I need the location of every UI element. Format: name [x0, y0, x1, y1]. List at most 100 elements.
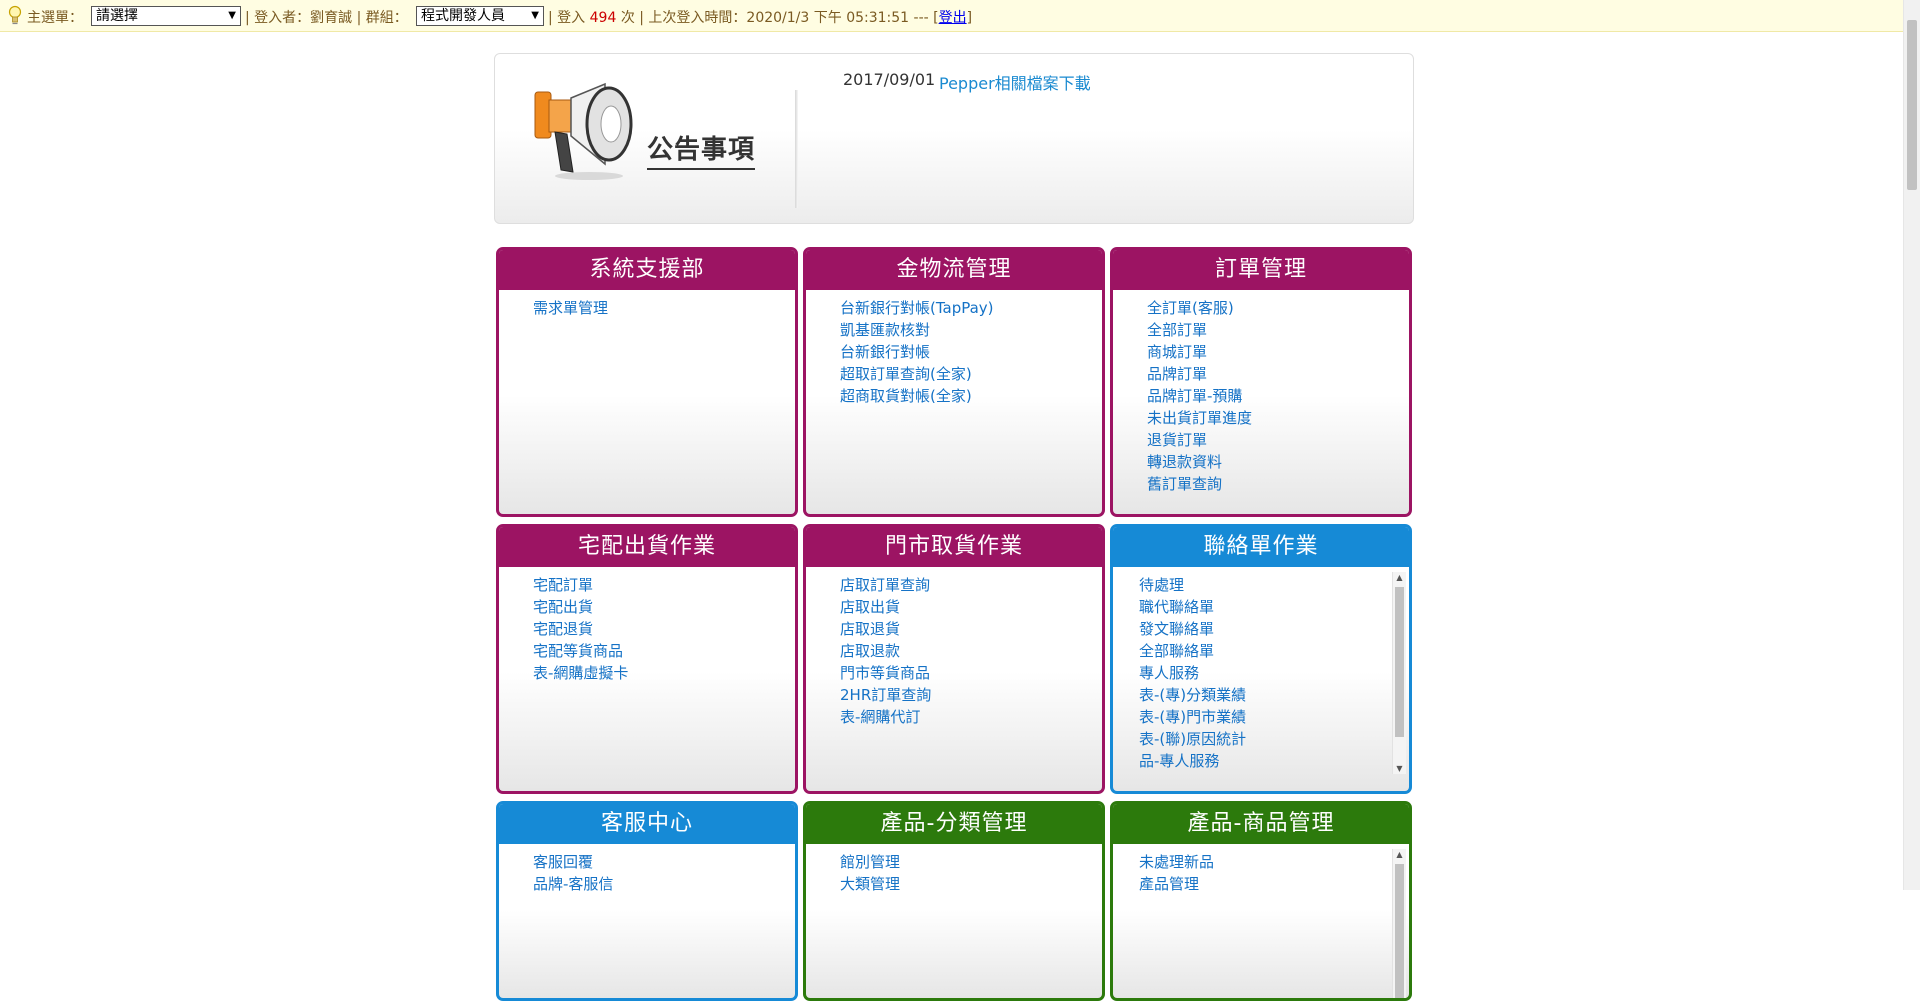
panel-scrollbar-thumb[interactable]: [1395, 864, 1404, 998]
menu-link[interactable]: 品牌-客服信: [533, 873, 795, 895]
menu-link[interactable]: 表-(專)門市業績: [1139, 706, 1409, 728]
bracket-close: ]: [966, 10, 973, 26]
menu-link[interactable]: 宅配訂單: [533, 574, 795, 596]
panel-home-delivery: 宅配出貨作業 宅配訂單 宅配出貨 宅配退貨 宅配等貨商品 表-網購虛擬卡: [496, 524, 798, 794]
menu-link[interactable]: 未處理新品: [1139, 851, 1409, 873]
page-scrollbar[interactable]: [1903, 0, 1920, 890]
panel-system-support: 系統支援部 需求單管理: [496, 247, 798, 517]
login-prefix: | 登入: [548, 10, 586, 26]
menu-link[interactable]: 品牌訂單: [1147, 363, 1409, 385]
scroll-up-icon[interactable]: ▲: [1393, 850, 1406, 859]
panel-scrollbar-thumb[interactable]: [1395, 587, 1404, 737]
panel-cash-logistics: 金物流管理 台新銀行對帳(TapPay) 凱基匯款核對 台新銀行對帳 超取訂單查…: [803, 247, 1105, 517]
menu-link[interactable]: 發文聯絡單: [1139, 618, 1409, 640]
menu-link[interactable]: 舊訂單查詢: [1147, 473, 1409, 495]
login-count: 494: [589, 10, 617, 26]
panel-store-pickup: 門市取貨作業 店取訂單查詢 店取出貨 店取退貨 店取退款 門市等貨商品 2HR訂…: [803, 524, 1105, 794]
menu-link[interactable]: 客服回覆: [533, 851, 795, 873]
panel-scrollbar[interactable]: ▲ ▼: [1392, 572, 1406, 774]
panel-title: 產品-商品管理: [1113, 804, 1409, 844]
panel-scrollbar[interactable]: ▲: [1392, 849, 1406, 998]
menu-link[interactable]: 宅配出貨: [533, 596, 795, 618]
menu-link[interactable]: 表-(聯)原因統計: [1139, 728, 1409, 750]
menu-link[interactable]: 轉退款資料: [1147, 451, 1409, 473]
announcement-box: 公告事項 2017/09/01 Pepper相關檔案下載: [494, 53, 1414, 224]
menu-link[interactable]: 全部訂單: [1147, 319, 1409, 341]
top-status-bar: 主選單： 請選擇 ▼ | 登入者：劉育誠 | 群組： 程式開發人員 ▼ | 登入…: [0, 0, 1920, 32]
main-menu-select-value: 請選擇: [96, 8, 138, 24]
main-menu-label: 主選單：: [27, 10, 83, 26]
panel-title: 門市取貨作業: [806, 527, 1102, 567]
menu-link[interactable]: 未出貨訂單進度: [1147, 407, 1409, 429]
login-info: | 登入 494 次 | 上次登入時間：2020/1/3 下午 05:31:51…: [548, 7, 972, 27]
menu-link[interactable]: 凱基匯款核對: [840, 319, 1102, 341]
menu-link[interactable]: 全部聯絡單: [1139, 640, 1409, 662]
menu-link[interactable]: 宅配等貨商品: [533, 640, 795, 662]
panel-product-management: 產品-商品管理 未處理新品 產品管理 ▲: [1110, 801, 1412, 1001]
menu-link[interactable]: 店取訂單查詢: [840, 574, 1102, 596]
panel-menu: 全訂單(客服) 全部訂單 商城訂單 品牌訂單 品牌訂單-預購 未出貨訂單進度 退…: [1113, 290, 1409, 495]
chevron-down-icon: ▼: [531, 10, 539, 21]
menu-link[interactable]: 需求單管理: [533, 297, 795, 319]
lightbulb-icon: [8, 5, 22, 25]
announcement-link[interactable]: Pepper相關檔案下載: [939, 70, 1091, 94]
scroll-up-icon[interactable]: ▲: [1393, 573, 1406, 582]
menu-link[interactable]: 表-網購代訂: [840, 706, 1102, 728]
megaphone-icon: [534, 82, 633, 180]
menu-link[interactable]: 專人服務: [1139, 662, 1409, 684]
menu-link[interactable]: 品牌訂單-預購: [1147, 385, 1409, 407]
user-group-label: | 登入者：劉育誠 | 群組：: [245, 10, 408, 26]
panel-title: 產品-分類管理: [806, 804, 1102, 844]
panel-product-category: 產品-分類管理 館別管理 大類管理: [803, 801, 1105, 1001]
panel-title: 宅配出貨作業: [499, 527, 795, 567]
announcement-divider: [795, 90, 798, 208]
menu-link[interactable]: 台新銀行對帳(TapPay): [840, 297, 1102, 319]
panel-menu: 宅配訂單 宅配出貨 宅配退貨 宅配等貨商品 表-網購虛擬卡: [499, 567, 795, 684]
menu-link[interactable]: 2HR訂單查詢: [840, 684, 1102, 706]
menu-link[interactable]: 待處理: [1139, 574, 1409, 596]
menu-link[interactable]: 館別管理: [840, 851, 1102, 873]
panel-menu: 台新銀行對帳(TapPay) 凱基匯款核對 台新銀行對帳 超取訂單查詢(全家) …: [806, 290, 1102, 407]
menu-link[interactable]: 店取退款: [840, 640, 1102, 662]
menu-link[interactable]: 退貨訂單: [1147, 429, 1409, 451]
logout-link[interactable]: 登出: [939, 10, 967, 26]
panel-menu: 待處理 職代聯絡單 發文聯絡單 全部聯絡單 專人服務 表-(專)分類業績 表-(…: [1113, 567, 1409, 772]
menu-link[interactable]: 台新銀行對帳: [840, 341, 1102, 363]
panel-menu: 需求單管理: [499, 290, 795, 319]
announcement-title: 公告事項: [647, 129, 756, 170]
menu-link[interactable]: 店取退貨: [840, 618, 1102, 640]
menu-link[interactable]: 宅配退貨: [533, 618, 795, 640]
group-select[interactable]: 程式開發人員 ▼: [416, 6, 544, 26]
menu-link[interactable]: 店取出貨: [840, 596, 1102, 618]
panel-contact-forms: 聯絡單作業 待處理 職代聯絡單 發文聯絡單 全部聯絡單 專人服務 表-(專)分類…: [1110, 524, 1412, 794]
menu-link[interactable]: 大類管理: [840, 873, 1102, 895]
page-scrollbar-thumb[interactable]: [1907, 20, 1917, 190]
menu-link[interactable]: 品-專人服務: [1139, 750, 1409, 772]
panel-menu: 未處理新品 產品管理: [1113, 844, 1409, 895]
panel-title: 客服中心: [499, 804, 795, 844]
menu-link[interactable]: 全訂單(客服): [1147, 297, 1409, 319]
panel-menu: 店取訂單查詢 店取出貨 店取退貨 店取退款 門市等貨商品 2HR訂單查詢 表-網…: [806, 567, 1102, 728]
scroll-down-icon[interactable]: ▼: [1393, 764, 1406, 773]
menu-link[interactable]: 職代聯絡單: [1139, 596, 1409, 618]
panel-customer-service: 客服中心 客服回覆 品牌-客服信: [496, 801, 798, 1001]
menu-link[interactable]: 商城訂單: [1147, 341, 1409, 363]
login-suffix: 次 | 上次登入時間：2020/1/3 下午 05:31:51 --- [: [620, 10, 939, 26]
group-select-value: 程式開發人員: [421, 8, 505, 24]
panel-menu: 館別管理 大類管理: [806, 844, 1102, 895]
panel-title: 系統支援部: [499, 250, 795, 290]
menu-link[interactable]: 超商取貨對帳(全家): [840, 385, 1102, 407]
menu-link[interactable]: 產品管理: [1139, 873, 1409, 895]
panel-title: 訂單管理: [1113, 250, 1409, 290]
menu-link[interactable]: 表-(專)分類業績: [1139, 684, 1409, 706]
announcement-date: 2017/09/01: [843, 70, 936, 89]
panel-title: 聯絡單作業: [1113, 527, 1409, 567]
menu-link[interactable]: 超取訂單查詢(全家): [840, 363, 1102, 385]
menu-link[interactable]: 門市等貨商品: [840, 662, 1102, 684]
menu-link[interactable]: 表-網購虛擬卡: [533, 662, 795, 684]
chevron-down-icon: ▼: [228, 10, 236, 21]
panel-title: 金物流管理: [806, 250, 1102, 290]
panel-order-management: 訂單管理 全訂單(客服) 全部訂單 商城訂單 品牌訂單 品牌訂單-預購 未出貨訂…: [1110, 247, 1412, 517]
main-menu-select[interactable]: 請選擇 ▼: [91, 6, 241, 26]
panel-menu: 客服回覆 品牌-客服信: [499, 844, 795, 895]
